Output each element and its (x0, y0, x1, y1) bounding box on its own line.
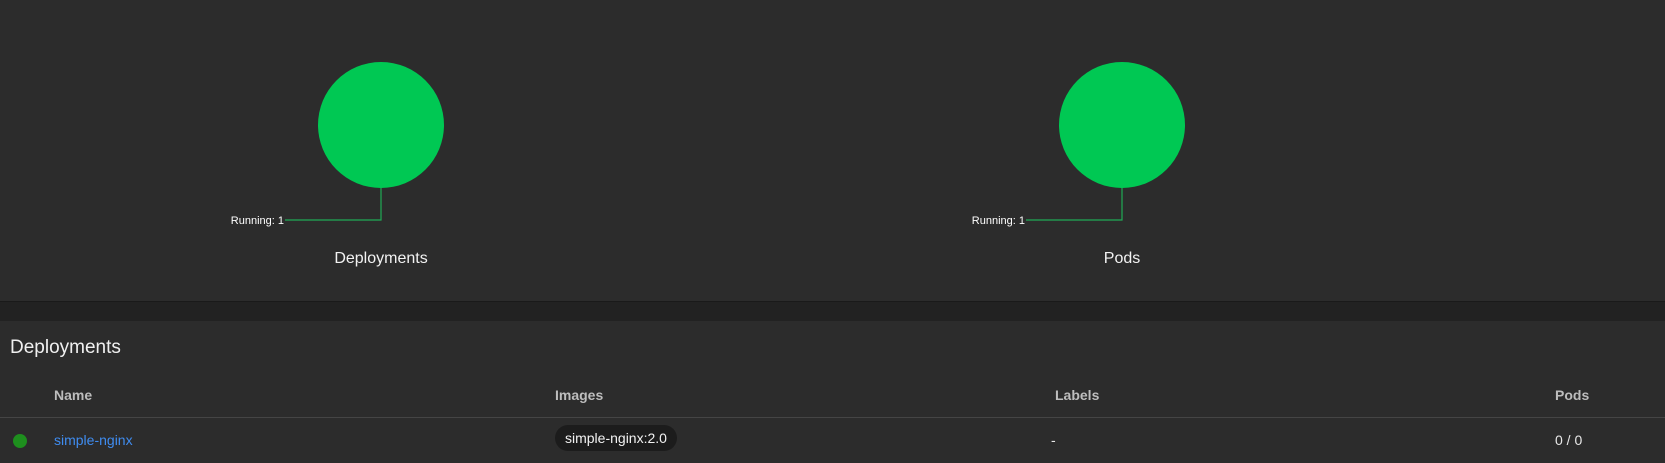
section-separator (0, 301, 1665, 322)
column-header-pods[interactable]: Pods (1555, 387, 1589, 403)
pods-running-label: Running: 1 (972, 215, 1025, 227)
workloads-overview-page: Running: 1 Deployments Running: 1 Pods D… (0, 0, 1665, 463)
workload-status-graphs: Running: 1 Deployments Running: 1 Pods (0, 0, 1665, 301)
running-status-icon (13, 434, 27, 448)
deployment-name-link[interactable]: simple-nginx (54, 432, 133, 448)
column-header-labels[interactable]: Labels (1055, 387, 1099, 403)
deployments-section-title: Deployments (10, 337, 121, 358)
labels-value: - (1051, 432, 1056, 448)
deployments-status-graph: Running: 1 Deployments (0, 0, 800, 301)
table-row[interactable]: simple-nginx simple-nginx:2.0 - 0 / 0 (0, 418, 1665, 463)
deployments-running-slice[interactable] (318, 62, 444, 188)
image-chip: simple-nginx:2.0 (555, 425, 677, 451)
deployments-graph-title: Deployments (334, 250, 428, 267)
pods-running-slice[interactable] (1059, 62, 1185, 188)
column-header-name[interactable]: Name (54, 387, 92, 403)
pods-count-value: 0 / 0 (1555, 432, 1583, 448)
deployments-table-header: Name Images Labels Pods (0, 387, 1665, 418)
pods-label-leader-line (1026, 188, 1123, 221)
deployments-label-leader-line (285, 188, 382, 221)
deployments-section: Deployments Name Images Labels Pods simp… (0, 321, 1665, 463)
pods-graph-title: Pods (1103, 250, 1141, 267)
deployments-running-label: Running: 1 (231, 215, 284, 227)
column-header-images[interactable]: Images (555, 387, 603, 403)
pods-status-graph: Running: 1 Pods (741, 0, 1541, 301)
